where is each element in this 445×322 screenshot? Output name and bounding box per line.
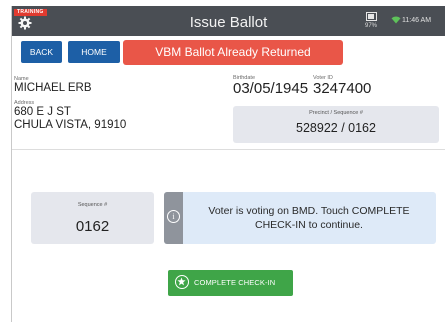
address-line2: CHULA VISTA, 91910 — [14, 119, 127, 131]
voter-id-value: 3247400 — [313, 80, 372, 97]
app-frame: TRAINING Issue Ballot 97% 11:46 AM BACK … — [11, 6, 445, 322]
battery-icon — [365, 12, 377, 21]
precinct-label: Precinct / Sequence # — [309, 110, 363, 116]
voter-name: MICHAEL ERB — [14, 82, 92, 94]
info-icon: i — [167, 210, 180, 223]
complete-checkin-button[interactable]: COMPLETE CHECK-IN — [168, 270, 293, 296]
home-button[interactable]: HOME — [68, 41, 120, 63]
sequence-value: 0162 — [75, 218, 110, 235]
star-icon — [175, 275, 189, 289]
section-divider — [12, 149, 445, 150]
vbm-alert-banner: VBM Ballot Already Returned — [123, 40, 343, 65]
battery-indicator: 97% — [364, 12, 378, 29]
address-line1: 680 E J ST — [14, 106, 71, 118]
complete-checkin-label: COMPLETE CHECK-IN — [194, 278, 276, 287]
page-title: Issue Ballot — [189, 14, 268, 31]
battery-percent: 97% — [364, 23, 377, 29]
info-message: Voter is voting on BMD. Touch COMPLETE C… — [208, 205, 410, 231]
sequence-panel: Sequence # 0162 — [31, 192, 154, 244]
wifi-icon — [391, 16, 401, 26]
info-strip: i — [164, 192, 183, 244]
precinct-panel: Precinct / Sequence # 528922 / 0162 — [233, 106, 439, 143]
birthdate-value: 03/05/1945 — [233, 80, 309, 97]
clock: 11:46 AM — [402, 17, 432, 24]
precinct-value: 528922 / 0162 — [296, 121, 376, 135]
top-bar: TRAINING Issue Ballot 97% 11:46 AM — [12, 6, 445, 36]
sequence-label: Sequence # — [77, 202, 108, 208]
info-panel: i Voter is voting on BMD. Touch COMPLETE… — [164, 192, 436, 244]
back-button[interactable]: BACK — [21, 41, 62, 63]
